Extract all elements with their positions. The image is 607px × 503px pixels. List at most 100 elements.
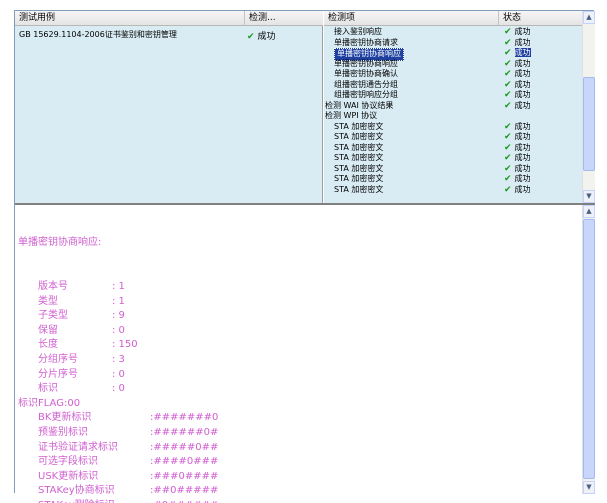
detail-field-row: 保留 : 0 <box>18 324 578 339</box>
status-text: 成功 <box>514 174 531 183</box>
detection-item-status: ✔ 成功 <box>504 122 531 133</box>
flag-field-row: 证书验证请求标识 :#####0## <box>18 441 578 456</box>
status-text: 成功 <box>514 48 531 57</box>
test-case-pane: 测试用例 检测... GB 15629.1104-2006证书鉴别和密钥管理 ✔… <box>15 11 323 203</box>
detection-item-row[interactable]: 单播密钥协商响应 ✔ 成功 <box>324 59 582 70</box>
check-icon: ✔ <box>504 174 512 184</box>
detection-item-label: STA 加密密文 <box>334 184 384 194</box>
status-text: 成功 <box>514 100 531 110</box>
scrollbar-thumb[interactable] <box>583 219 595 479</box>
items-scrollbar[interactable]: ▲ ▼ <box>582 11 595 203</box>
check-icon: ✔ <box>504 37 512 48</box>
detection-item-row[interactable]: 组播密钥通告分组 ✔ 成功 <box>324 80 582 91</box>
detection-item-row[interactable]: STA 加密密文 ✔ 成功 <box>324 164 582 175</box>
detection-item-status: ✔ 成功 <box>504 69 531 80</box>
field-value: : 0 <box>112 324 125 336</box>
check-icon: ✔ <box>247 32 255 42</box>
field-value: :###0#### <box>150 470 219 482</box>
detail-field-row: 子类型: 9 <box>18 309 578 324</box>
detection-item-status: ✔ 成功 <box>504 153 531 164</box>
detail-text: 单播密钥协商响应: 版本号: 1 类型: 1 子类型: 9 保留: 0 长度: 150 分… <box>18 207 578 503</box>
detection-item-row[interactable]: STA 加密密文 ✔ 成功 <box>324 122 582 133</box>
field-value: : 1 <box>112 280 125 292</box>
detection-item-row[interactable]: 接入鉴别响应 ✔ 成功 <box>324 27 582 38</box>
column-header-item[interactable]: 检测项 <box>324 11 499 26</box>
window-frame: 测试用例 检测... GB 15629.1104-2006证书鉴别和密钥管理 ✔… <box>14 10 595 503</box>
detection-item-row[interactable]: 单播密钥协商请求 ✔ 成功 <box>324 38 582 49</box>
field-key: 可选字段标识 <box>38 456 98 468</box>
check-icon: ✔ <box>504 48 512 58</box>
detail-scrollbar[interactable]: ▲ ▼ <box>582 205 595 494</box>
detection-item-label: STA 加密密文 <box>334 132 384 141</box>
detection-item-row[interactable]: STA 加密密文 ✔ 成功 <box>324 132 582 143</box>
detection-item-row[interactable]: 单播密钥协商确认 ✔ 成功 <box>324 69 582 80</box>
field-value: :##0##### <box>150 485 219 497</box>
check-icon: ✔ <box>504 58 512 69</box>
detection-item-status: ✔ 成功 <box>504 132 531 143</box>
detection-item-status: ✔ 成功 <box>504 90 531 101</box>
detail-field-row: 标识: 0 <box>18 382 578 397</box>
detection-item-row[interactable]: STA 加密密文 ✔ 成功 <box>324 185 582 196</box>
scrollbar-thumb[interactable] <box>583 77 595 171</box>
detail-field-row: 版本号 : 1 <box>18 280 578 295</box>
column-header-detect[interactable]: 检测... <box>245 11 323 26</box>
detail-pane: 单播密钥协商响应: 版本号: 1 类型: 1 子类型: 9 保留: 0 长度: 150 分… <box>15 205 595 503</box>
detection-item-label: 接入鉴别响应 <box>334 27 382 36</box>
detection-item-label: 组播密钥通告分组 <box>334 79 398 89</box>
detail-field-row: 分组序号: 3 <box>18 353 578 368</box>
field-key: 分片序号 <box>38 368 78 380</box>
detection-item-row[interactable]: 检测 WAI 协议结果 ✔ 成功 <box>324 101 582 112</box>
column-header-status[interactable]: 状态 <box>499 11 582 26</box>
detection-item-row[interactable]: 单播密钥协商响应 ✔ 成功 <box>324 48 582 61</box>
check-icon: ✔ <box>504 163 512 174</box>
flag-field-row: STAKey协商标识:##0##### <box>18 484 578 499</box>
field-value: :####0### <box>150 456 219 468</box>
status-text: 成功 <box>514 184 531 194</box>
check-icon: ✔ <box>504 142 512 153</box>
field-value: : 1 <box>112 295 125 307</box>
field-value: :######0# <box>150 426 219 438</box>
detection-item-status: ✔ 成功 <box>504 174 531 185</box>
flag-field-row: 可选字段标识 :####0### <box>18 455 578 470</box>
detection-item-status: ✔ 成功 <box>504 38 531 49</box>
status-text: 成功 <box>514 79 531 89</box>
column-header-case[interactable]: 测试用例 <box>15 11 245 26</box>
scroll-down-icon[interactable]: ▼ <box>583 190 595 203</box>
status-text: 成功 <box>514 58 531 68</box>
field-key: 证书验证请求标识 <box>38 441 118 453</box>
field-value: :#######0 <box>150 412 219 424</box>
field-key: 子类型 <box>38 310 68 322</box>
field-key: BK更新标识 <box>38 412 92 424</box>
scroll-up-icon[interactable]: ▲ <box>583 205 595 218</box>
test-case-status[interactable]: ✔ 成功 <box>247 29 276 42</box>
detection-item-row[interactable]: STA 加密密文 ✔ 成功 <box>324 153 582 164</box>
field-value: :#####0## <box>150 441 219 453</box>
check-icon: ✔ <box>504 184 512 195</box>
test-case-name[interactable]: GB 15629.1104-2006证书鉴别和密钥管理 <box>19 29 177 40</box>
field-key: 预鉴别标识 <box>38 426 88 438</box>
field-key: 类型 <box>38 295 58 307</box>
field-key: 保留 <box>38 324 58 336</box>
status-text: 成功 <box>514 90 531 99</box>
check-icon: ✔ <box>504 79 512 90</box>
detection-item-label: 检测 WPI 协议 <box>325 111 378 120</box>
flag-field-row: BK更新标识 :#######0 <box>18 411 578 426</box>
field-key: 分组序号 <box>38 353 78 365</box>
detection-item-label: STA 加密密文 <box>334 163 384 173</box>
status-text: 成功 <box>514 132 531 141</box>
detection-item-label: STA 加密密文 <box>334 142 384 152</box>
detection-items-pane: 检测项 状态 接入鉴别响应 ✔ 成功 单播密钥协商请求 ✔ 成功 单播密钥协商响应 ✔ 成功 单播… <box>324 11 595 203</box>
detection-item-row[interactable]: 检测 WPI 协议 <box>324 111 582 122</box>
detection-item-row[interactable]: STA 加密密文 ✔ 成功 <box>324 143 582 154</box>
check-icon: ✔ <box>504 27 512 37</box>
detection-item-row[interactable]: 组播密钥响应分组 ✔ 成功 <box>324 90 582 101</box>
scroll-up-icon[interactable]: ▲ <box>583 11 595 24</box>
detection-item-label: 组播密钥响应分组 <box>334 90 398 99</box>
detail-field-row: 长度: 150 <box>18 338 578 353</box>
scroll-down-icon[interactable]: ▼ <box>583 481 595 494</box>
detection-item-status: ✔ 成功 <box>504 59 531 70</box>
detection-item-row[interactable]: STA 加密密文 ✔ 成功 <box>324 174 582 185</box>
field-key: 版本号 <box>38 280 68 292</box>
detection-item-label: 单播密钥协商响应 <box>334 58 398 68</box>
check-icon: ✔ <box>504 90 512 100</box>
